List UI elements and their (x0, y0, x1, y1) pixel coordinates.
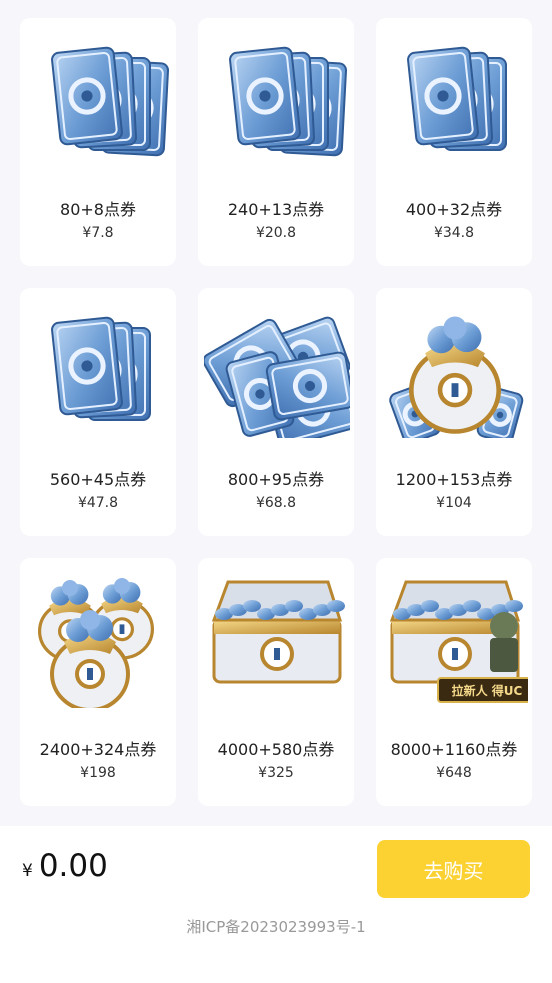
product-card[interactable]: 拉新人 得UC 8000+1160点券 ¥648 (376, 558, 532, 806)
product-price: ¥104 (436, 495, 472, 511)
product-card[interactable]: 2400+324点券 ¥198 (20, 558, 176, 806)
product-card[interactable]: 560+45点券 ¥47.8 (20, 288, 176, 536)
currency-symbol: ¥ (22, 861, 33, 881)
total-amount: 0.00 (38, 848, 108, 884)
voucher-art: 拉新人 得UC (389, 580, 528, 703)
product-image (204, 568, 350, 708)
voucher-art (211, 580, 345, 684)
product-name: 400+32点券 (405, 200, 503, 219)
product-price: ¥34.8 (433, 225, 475, 241)
product-name: 560+45点券 (49, 470, 147, 489)
product-price: ¥198 (80, 765, 116, 781)
product-price: ¥47.8 (77, 495, 119, 511)
product-image (26, 28, 172, 168)
voucher-art (37, 578, 155, 708)
voucher-art (51, 316, 151, 421)
product-image: 拉新人 得UC (382, 568, 528, 708)
product-name: 240+13点券 (227, 200, 325, 219)
product-card[interactable]: 800+95点券 ¥68.8 (198, 288, 354, 536)
voucher-art (229, 46, 348, 157)
product-card[interactable]: 1200+153点券 ¥104 (376, 288, 532, 536)
product-price: ¥7.8 (82, 225, 114, 241)
product-image (26, 298, 172, 438)
product-image (382, 28, 528, 168)
product-image (204, 298, 350, 438)
product-card[interactable]: 240+13点券 ¥20.8 (198, 18, 354, 266)
voucher-art (389, 316, 524, 438)
voucher-art (51, 46, 170, 157)
voucher-art (204, 316, 350, 438)
product-price: ¥325 (258, 765, 294, 781)
buy-button[interactable]: 去购买 (377, 840, 530, 898)
checkout-bar: ¥ 0.00 去购买 湘ICP备2023023993号-1 (0, 826, 552, 983)
product-card[interactable]: 4000+580点券 ¥325 (198, 558, 354, 806)
product-price: ¥648 (436, 765, 472, 781)
icp-record[interactable]: 湘ICP备2023023993号-1 (0, 916, 552, 937)
product-name: 4000+580点券 (217, 740, 335, 759)
product-name: 800+95点券 (227, 470, 325, 489)
product-image (26, 568, 172, 708)
product-grid: 80+8点券 ¥7.8 240+13点券 ¥20.8 400+32点券 ¥34.… (20, 18, 532, 806)
product-image (204, 28, 350, 168)
product-price: ¥20.8 (255, 225, 297, 241)
product-card[interactable]: 400+32点券 ¥34.8 (376, 18, 532, 266)
product-name: 1200+153点券 (395, 470, 513, 489)
product-name: 80+8点券 (60, 200, 136, 219)
svg-text:拉新人 得UC: 拉新人 得UC (452, 683, 523, 698)
total-display: ¥ 0.00 (22, 848, 108, 884)
voucher-art (407, 46, 507, 151)
product-name: 8000+1160点券 (390, 740, 518, 759)
product-image (382, 298, 528, 438)
product-price: ¥68.8 (255, 495, 297, 511)
product-name: 2400+324点券 (39, 740, 157, 759)
product-card[interactable]: 80+8点券 ¥7.8 (20, 18, 176, 266)
